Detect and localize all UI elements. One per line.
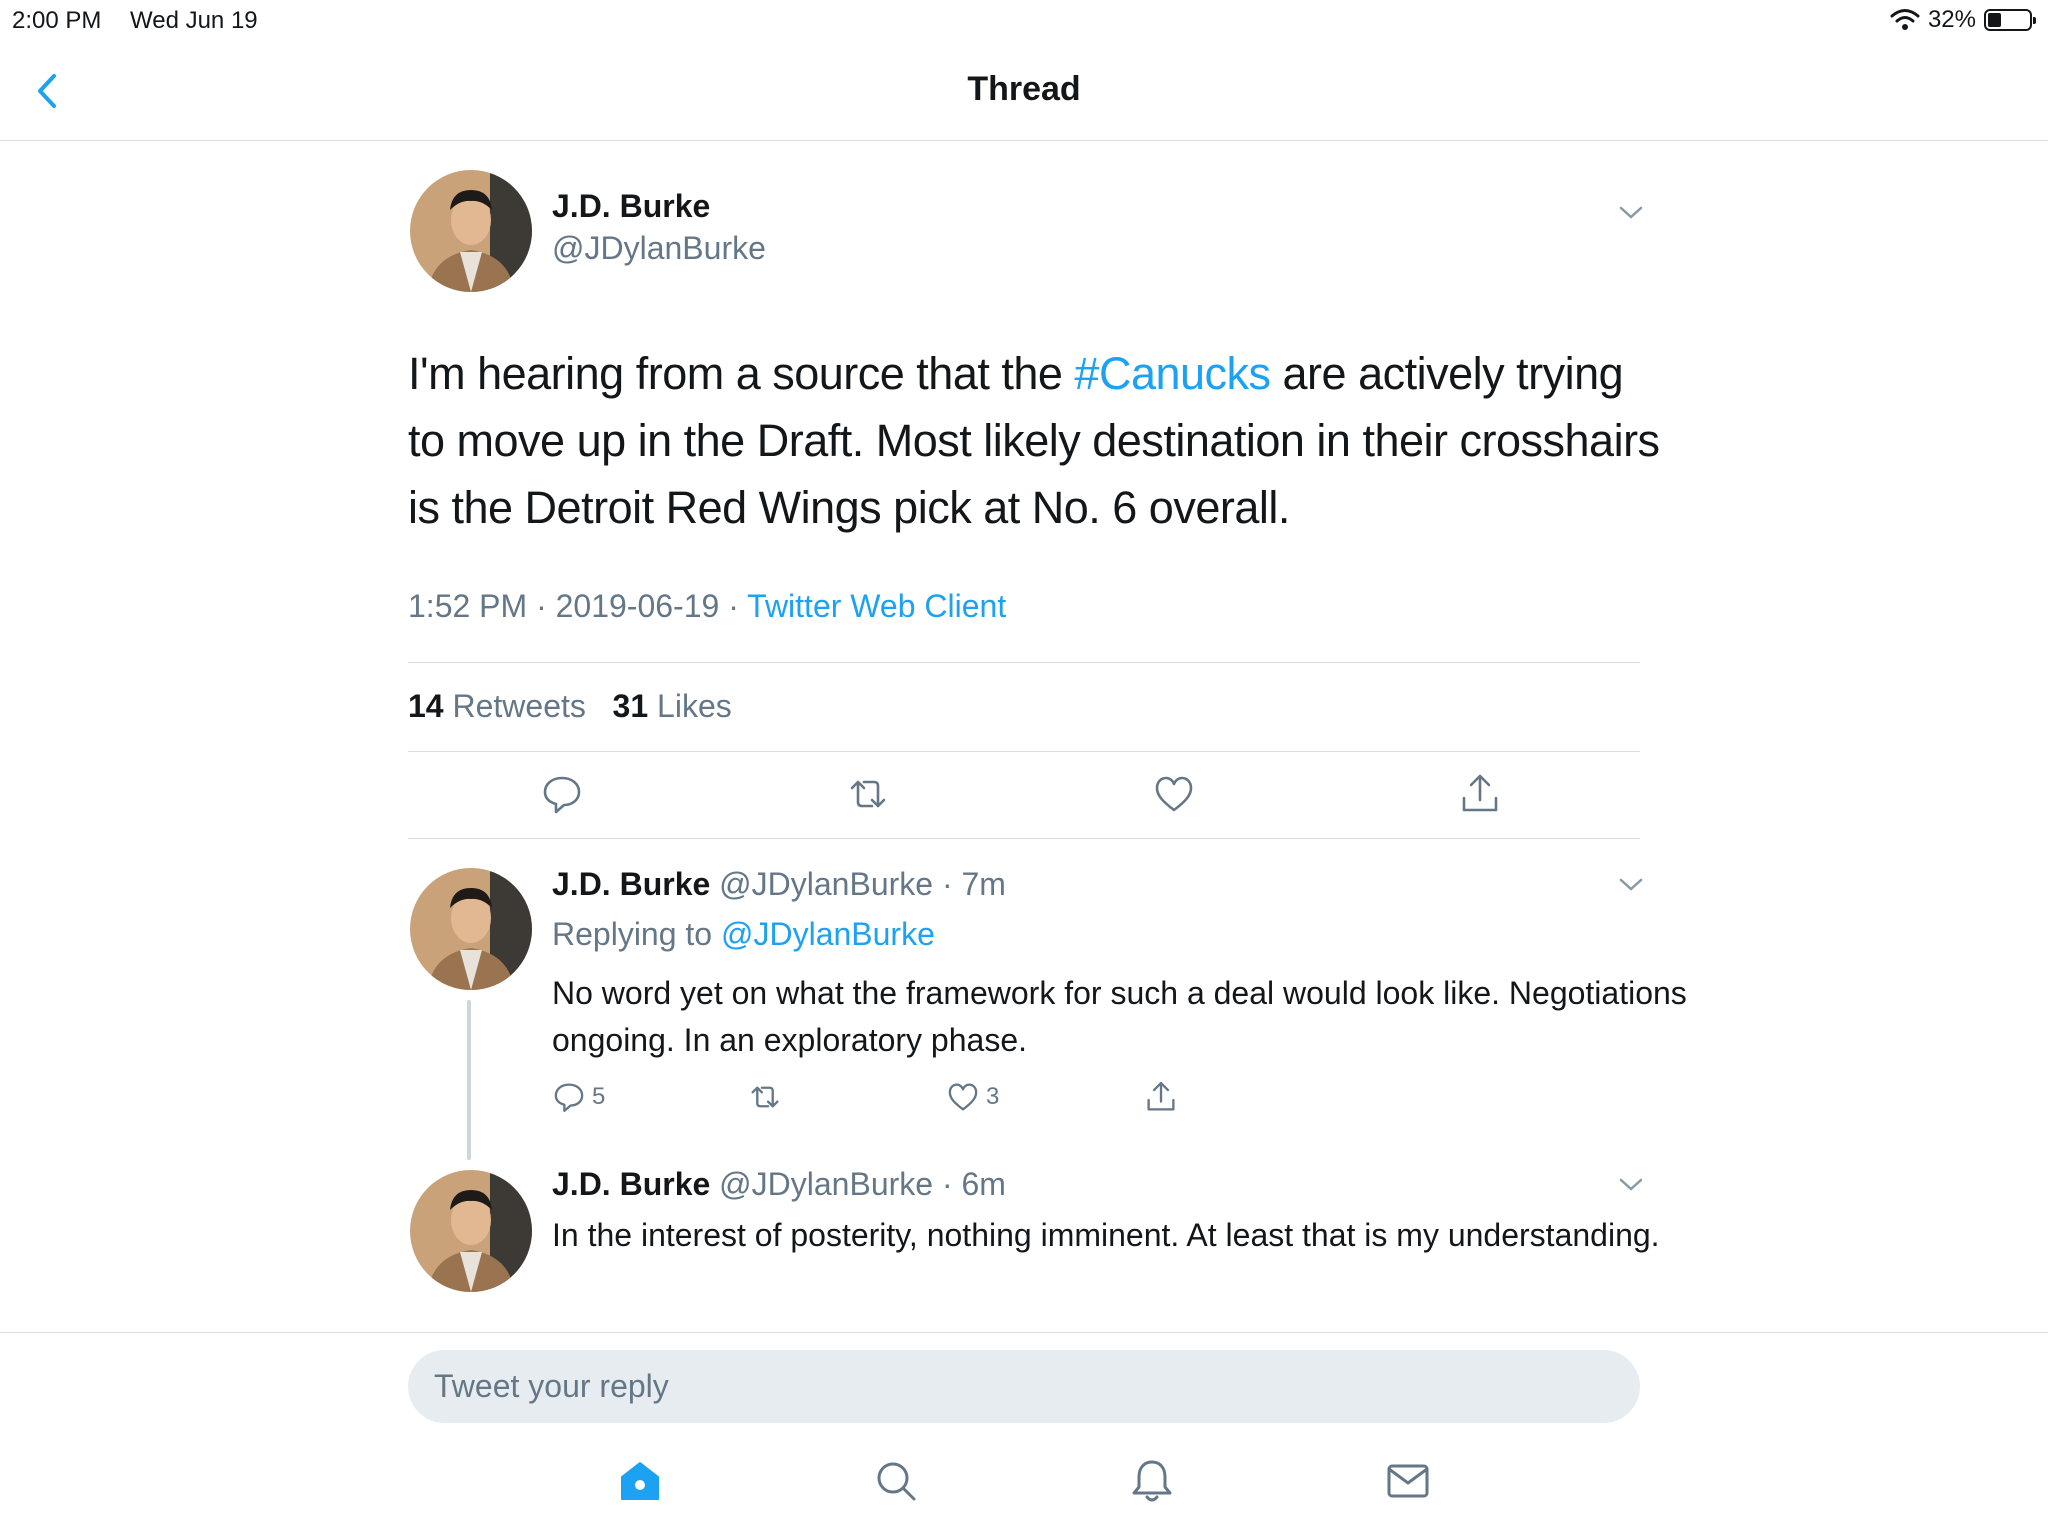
reply-header: J.D. Burke @JDylanBurke · 6m bbox=[552, 1166, 1006, 1202]
replying-to-link[interactable]: @JDylanBurke bbox=[721, 916, 935, 952]
speech-bubble-icon bbox=[554, 1083, 584, 1113]
reply-count: 5 bbox=[592, 1083, 606, 1110]
avatar[interactable] bbox=[410, 868, 532, 990]
status-time: 2:00 PM bbox=[12, 7, 102, 34]
retweet-button[interactable] bbox=[748, 1080, 788, 1114]
author-handle[interactable]: @JDylanBurke bbox=[552, 230, 766, 267]
tab-notifications[interactable] bbox=[1128, 1457, 1176, 1505]
avatar[interactable] bbox=[410, 170, 532, 292]
chevron-down-icon bbox=[1619, 1178, 1643, 1191]
replying-to: Replying to @JDylanBurke bbox=[552, 916, 935, 953]
reply-input[interactable] bbox=[408, 1350, 1640, 1423]
share-icon bbox=[1462, 774, 1498, 812]
meta-separator: · bbox=[728, 588, 739, 624]
status-date: Wed Jun 19 bbox=[130, 7, 258, 34]
wifi-icon bbox=[1890, 9, 1920, 30]
meta-separator: · bbox=[536, 588, 547, 624]
thread-connector bbox=[467, 1000, 471, 1160]
likes-count: 31 bbox=[612, 688, 649, 724]
tweet-date: 2019-06-19 bbox=[555, 588, 720, 624]
tweet-age: 6m bbox=[961, 1166, 1006, 1202]
share-button[interactable] bbox=[1144, 1080, 1178, 1114]
tweet-source-link[interactable]: Twitter Web Client bbox=[747, 588, 1006, 624]
avatar-image bbox=[410, 1170, 532, 1292]
battery-percent: 32% bbox=[1927, 6, 1976, 33]
retweets-stat[interactable]: 14 Retweets bbox=[408, 688, 586, 724]
tab-search[interactable] bbox=[872, 1457, 920, 1505]
status-indicators: 32% bbox=[1890, 6, 2036, 34]
retweet-icon bbox=[850, 780, 886, 808]
divider bbox=[408, 662, 1640, 663]
retweet-icon bbox=[751, 1086, 779, 1108]
author-name[interactable]: J.D. Burke bbox=[552, 188, 710, 225]
search-icon bbox=[877, 1462, 916, 1501]
speech-bubble-icon bbox=[543, 776, 581, 814]
home-icon bbox=[621, 1462, 659, 1500]
tweet-menu-button[interactable] bbox=[1616, 870, 1646, 900]
nav-bar: Thread bbox=[0, 40, 2048, 141]
bell-icon bbox=[1132, 1460, 1172, 1502]
retweets-count: 14 bbox=[408, 688, 444, 724]
status-bar: 2:00 PM Wed Jun 19 32% bbox=[0, 0, 2048, 40]
replying-prefix: Replying to bbox=[552, 916, 721, 952]
tweet-menu-button[interactable] bbox=[1616, 1170, 1646, 1200]
reply-text: No word yet on what the framework for su… bbox=[552, 975, 1687, 1058]
avatar-image bbox=[410, 170, 532, 292]
avatar[interactable] bbox=[410, 1170, 532, 1292]
author-name[interactable]: J.D. Burke bbox=[552, 1166, 710, 1202]
tweet-text: I'm hearing from a source that the #Canu… bbox=[408, 340, 1668, 541]
tweet-menu-button[interactable] bbox=[1616, 198, 1646, 228]
retweet-button[interactable] bbox=[846, 772, 890, 816]
tweet-stats: 14 Retweets 31 Likes bbox=[408, 688, 732, 725]
chevron-down-icon bbox=[1619, 206, 1643, 219]
tweet-text-part: I'm hearing from a source that the bbox=[408, 348, 1075, 399]
likes-label: Likes bbox=[657, 688, 732, 724]
tweet-time: 1:52 PM bbox=[408, 588, 528, 624]
likes-stat[interactable]: 31 Likes bbox=[613, 688, 732, 724]
reply-button[interactable] bbox=[540, 772, 584, 816]
divider bbox=[408, 838, 1640, 839]
like-button[interactable]: 3 bbox=[946, 1080, 999, 1114]
divider bbox=[408, 751, 1640, 752]
reply-text: In the interest of posterity, nothing im… bbox=[552, 1217, 1660, 1253]
chevron-down-icon bbox=[1619, 878, 1643, 891]
share-icon bbox=[1147, 1081, 1175, 1111]
author-handle[interactable]: @JDylanBurke bbox=[719, 1166, 933, 1202]
battery-icon bbox=[1984, 9, 2036, 31]
tab-home[interactable] bbox=[616, 1457, 664, 1505]
like-button[interactable] bbox=[1152, 772, 1196, 816]
reply-button[interactable]: 5 bbox=[552, 1080, 605, 1114]
tweet-meta: 1:52 PM · 2019-06-19 · Twitter Web Clien… bbox=[408, 588, 1006, 625]
share-button[interactable] bbox=[1458, 772, 1502, 816]
retweets-label: Retweets bbox=[452, 688, 586, 724]
avatar-image bbox=[410, 868, 532, 990]
heart-icon bbox=[948, 1083, 978, 1111]
tab-messages[interactable] bbox=[1384, 1457, 1432, 1505]
page-title: Thread bbox=[967, 70, 1081, 108]
like-count: 3 bbox=[986, 1083, 1000, 1110]
bottom-bar bbox=[0, 1332, 2048, 1537]
author-handle[interactable]: @JDylanBurke bbox=[719, 866, 933, 902]
author-name[interactable]: J.D. Burke bbox=[552, 866, 710, 902]
tweet-age: 7m bbox=[961, 866, 1006, 902]
heart-icon bbox=[1155, 776, 1193, 812]
mail-icon bbox=[1387, 1464, 1429, 1498]
reply-header: J.D. Burke @JDylanBurke · 7m bbox=[552, 866, 1006, 902]
hashtag-link[interactable]: #Canucks bbox=[1074, 348, 1271, 399]
